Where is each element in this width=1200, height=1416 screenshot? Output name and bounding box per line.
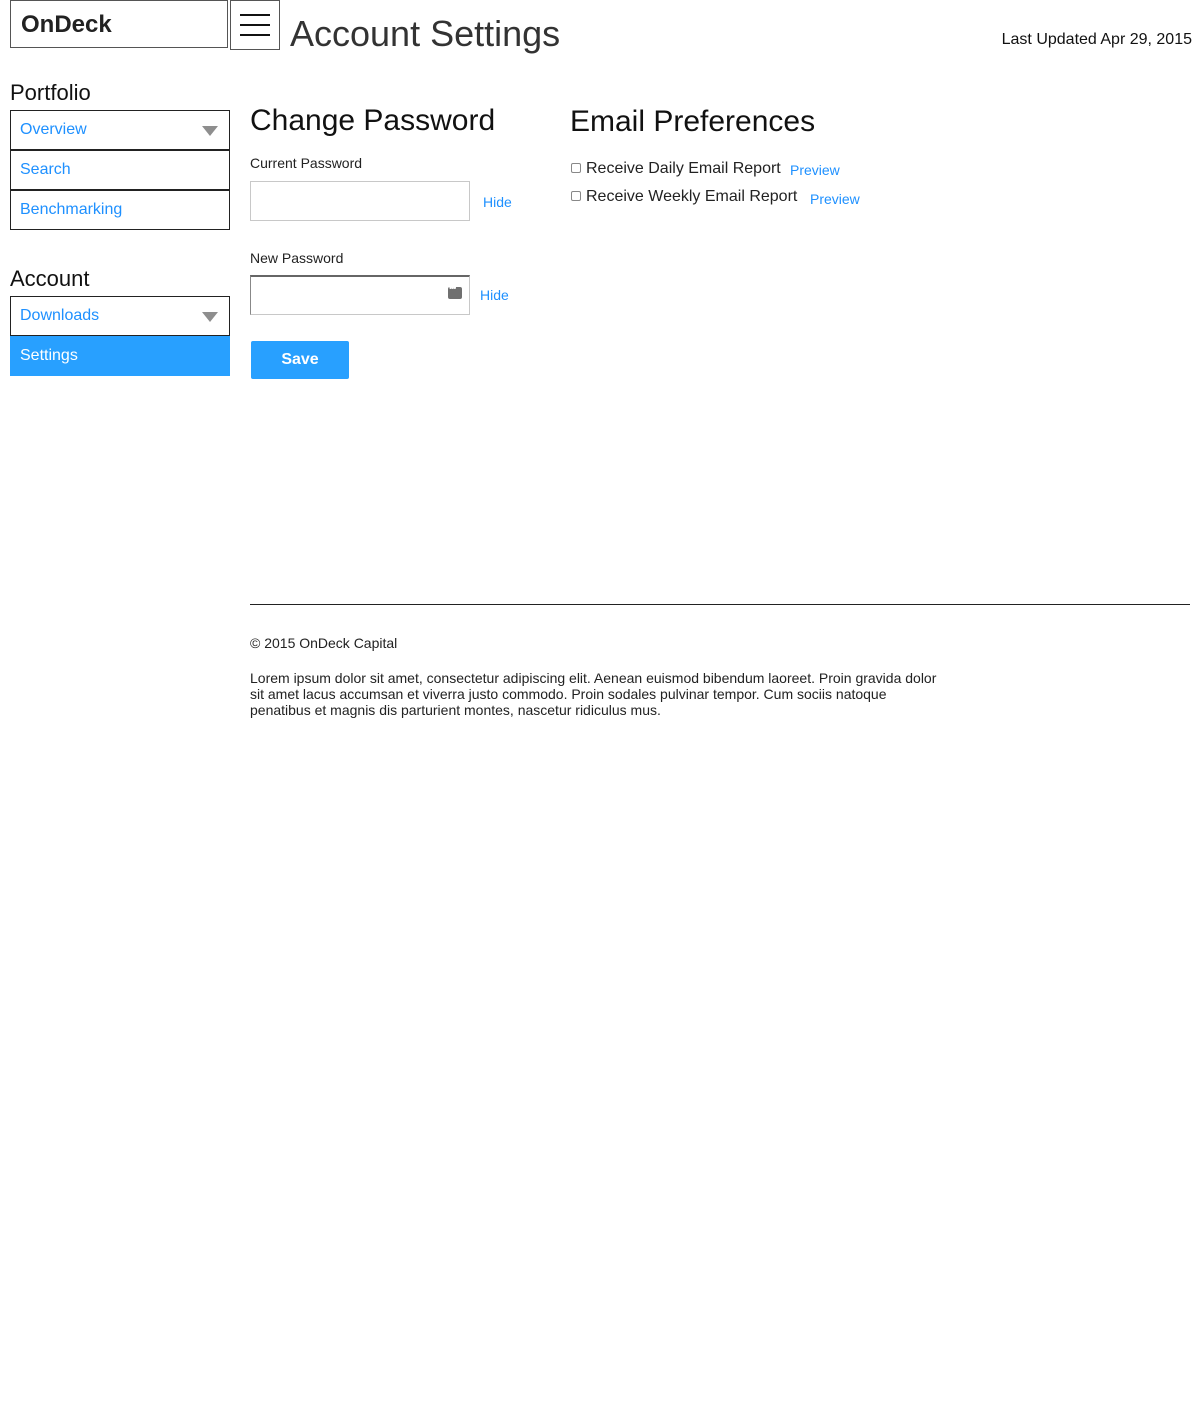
menu-button[interactable] (230, 0, 280, 50)
daily-report-checkbox[interactable] (571, 163, 581, 173)
footer-copyright: © 2015 OnDeck Capital (250, 635, 398, 651)
weekly-report-checkbox[interactable] (571, 191, 581, 201)
sidebar-item-label: Downloads (20, 307, 100, 324)
hamburger-icon-bar (240, 24, 270, 26)
save-button[interactable]: Save (251, 341, 349, 379)
email-preferences-title: Email Preferences (570, 105, 816, 138)
current-password-hide-toggle[interactable]: Hide (483, 194, 512, 210)
hamburger-icon-bar (240, 34, 270, 36)
daily-report-preview-link[interactable]: Preview (790, 162, 840, 178)
sidebar-item-search[interactable]: Search (10, 150, 230, 190)
page-title: Account Settings (290, 13, 561, 54)
last-updated: Last Updated Apr 29, 2015 (1001, 31, 1192, 48)
sidebar-item-label: Overview (20, 121, 87, 138)
daily-report-label: Receive Daily Email Report (586, 160, 781, 177)
new-password-label: New Password (250, 250, 344, 266)
new-password-input[interactable] (250, 275, 470, 315)
chevron-down-icon (202, 126, 218, 136)
sidebar-item-benchmarking[interactable]: Benchmarking (10, 190, 230, 230)
sidebar-item-downloads[interactable]: Downloads (10, 296, 230, 336)
brand-logo[interactable]: OnDeck (10, 0, 228, 48)
footer-text: Lorem ipsum dolor sit amet, consectetur … (250, 670, 937, 718)
chevron-down-icon (202, 312, 218, 322)
sidebar-heading-portfolio: Portfolio (10, 80, 91, 105)
current-password-input[interactable] (250, 181, 470, 221)
sidebar-item-label: Benchmarking (20, 201, 123, 218)
footer-divider (250, 604, 1190, 605)
change-password-title: Change Password (250, 104, 496, 137)
current-password-label: Current Password (250, 155, 363, 171)
new-password-hide-toggle[interactable]: Hide (480, 287, 509, 303)
sidebar-item-settings[interactable]: Settings (10, 336, 230, 376)
sidebar-item-label: Search (20, 161, 71, 178)
password-autofill-icon[interactable] (448, 283, 462, 299)
sidebar-item-label: Settings (20, 347, 78, 364)
weekly-report-preview-link[interactable]: Preview (810, 191, 860, 207)
weekly-report-label: Receive Weekly Email Report (586, 188, 798, 205)
hamburger-icon (240, 14, 270, 16)
sidebar-heading-account: Account (10, 266, 90, 291)
sidebar-item-overview[interactable]: Overview (10, 110, 230, 150)
